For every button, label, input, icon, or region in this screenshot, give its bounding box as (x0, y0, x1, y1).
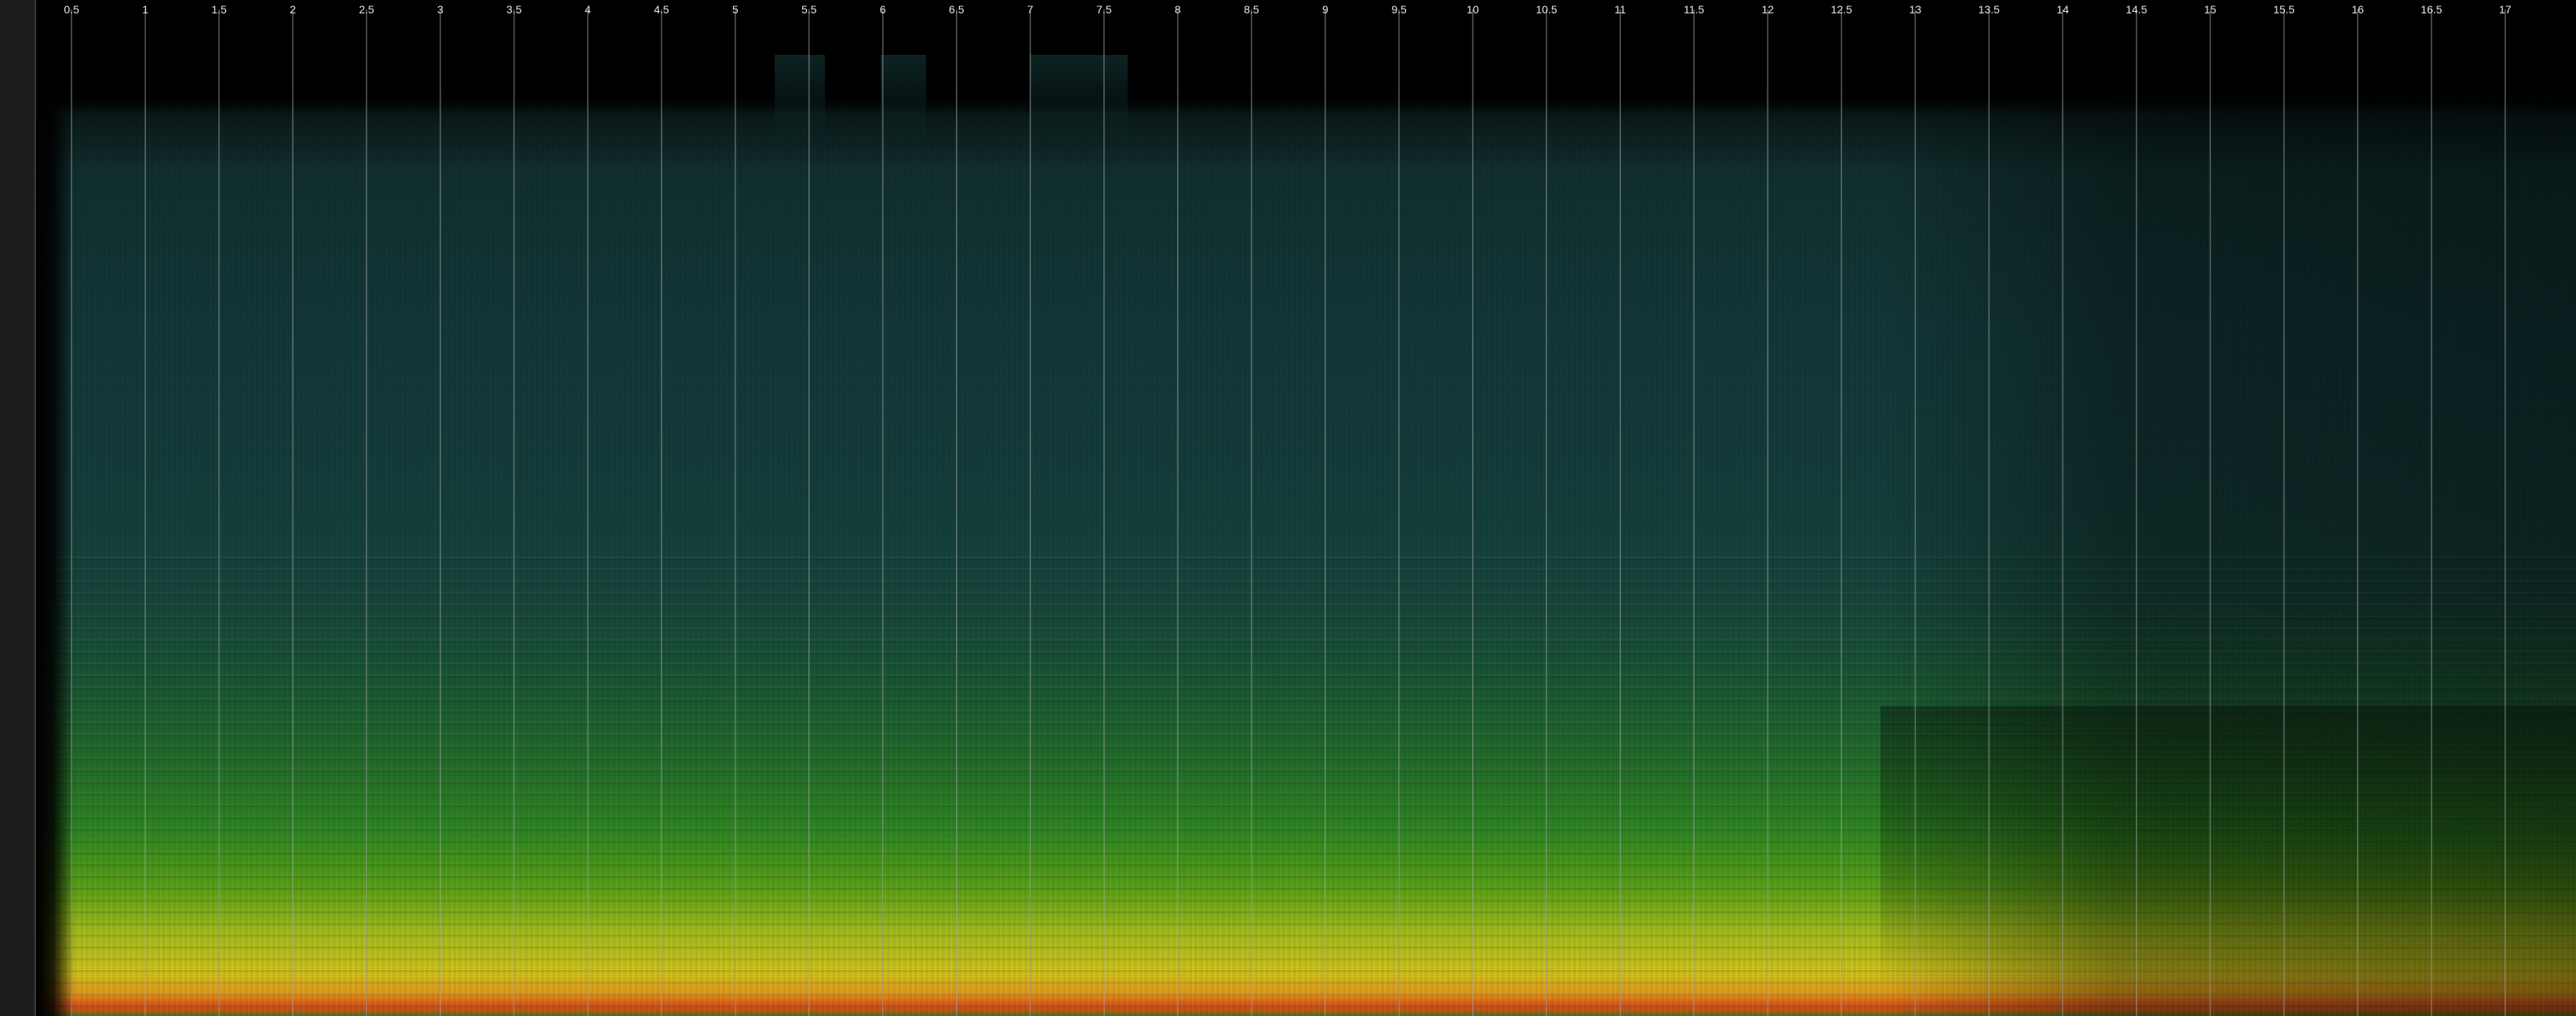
time-tick-label: 10.5 (1536, 3, 1557, 16)
time-tick-label: 8 (1175, 3, 1181, 16)
time-tick-label: 5 (732, 3, 739, 16)
time-tick-label: 9 (1322, 3, 1328, 16)
time-tick-label: 11.5 (1684, 3, 1704, 16)
time-tick-label: 5.5 (801, 3, 817, 16)
time-tick-label: 13 (1909, 3, 1922, 16)
time-tick-label: 0.5 (64, 3, 80, 16)
time-tick-label: 16.5 (2421, 3, 2442, 16)
time-tick-label: 11 (1615, 3, 1626, 16)
time-tick-label: 14.5 (2126, 3, 2147, 16)
time-tick-label: 9.5 (1391, 3, 1407, 16)
spectrogram-view[interactable]: 0.5 1 1.5 2 2.5 3 3.5 4 4.5 5 5.5 6 6.5 7 7.5 8 8.5 9 9.5 1… (38, 0, 2576, 1016)
time-tick-label: 7.5 (1096, 3, 1112, 16)
time-tick-label: 1.5 (212, 3, 227, 16)
time-tick-label: 10 (1466, 3, 1479, 16)
time-tick-label: 8.5 (1244, 3, 1259, 16)
left-panel (0, 0, 36, 1016)
time-tick-label: 7 (1027, 3, 1034, 16)
time-tick-label: 17 (2499, 3, 2512, 16)
time-tick-label: 4.5 (654, 3, 670, 16)
spectrogram-window: 0.5 1 1.5 2 2.5 3 3.5 4 4.5 5 5.5 6 6.5 7 7.5 8 8.5 9 9.5 1… (0, 0, 2576, 1016)
time-grid: 0.5 1 1.5 2 2.5 3 3.5 4 4.5 5 5.5 6 6.5 7 7.5 8 8.5 9 9.5 1… (64, 3, 2512, 1016)
time-tick-label: 12.5 (1831, 3, 1852, 16)
time-tick-label: 6 (880, 3, 886, 16)
time-tick-label: 3 (438, 3, 444, 16)
time-tick-label: 15.5 (2273, 3, 2294, 16)
time-tick-label: 15 (2204, 3, 2217, 16)
time-tick-label: 2 (289, 3, 296, 16)
time-tick-label: 1 (142, 3, 148, 16)
time-tick-label: 3.5 (507, 3, 522, 16)
time-tick-label: 4 (585, 3, 591, 16)
time-tick-label: 16 (2352, 3, 2364, 16)
time-tick-label: 6.5 (949, 3, 965, 16)
time-tick-label: 12 (1761, 3, 1774, 16)
time-tick-label: 13.5 (1978, 3, 2000, 16)
time-tick-label: 14 (2057, 3, 2069, 16)
time-tick-label: 2.5 (359, 3, 375, 16)
